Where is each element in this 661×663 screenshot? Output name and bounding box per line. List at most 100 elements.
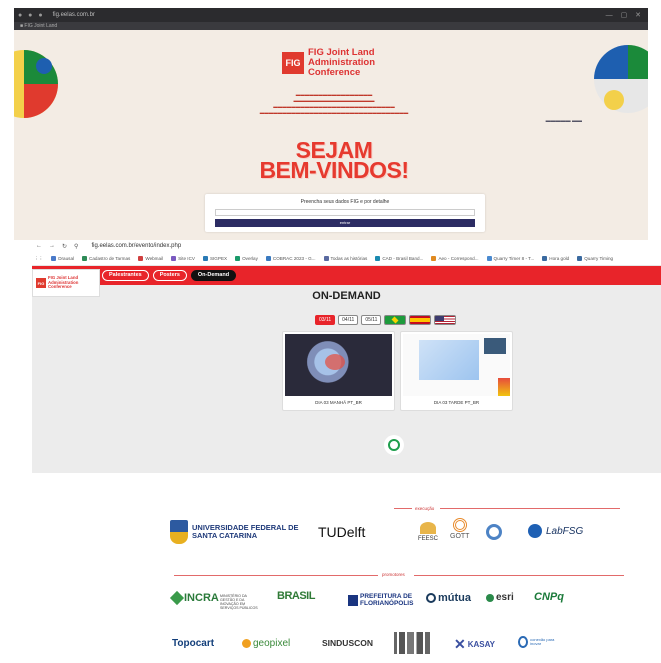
login-prompt: Preencha seus dados FIG e por detalhe xyxy=(300,199,390,205)
apps-icon[interactable]: ⋮⋮ xyxy=(34,256,43,262)
enter-button[interactable]: entrar xyxy=(215,219,475,227)
bookmark-favicon-icon xyxy=(202,256,208,261)
welcome-heading: SEJAM BEM-VINDOS! xyxy=(184,139,484,183)
landing-url[interactable]: fig.eelas.com.br xyxy=(53,12,95,18)
speaker-pip xyxy=(484,338,506,354)
pmf-emblem-icon xyxy=(348,594,358,606)
video-thumbnail[interactable] xyxy=(285,334,392,396)
cnpq-logo: CNPq xyxy=(534,591,564,603)
browser-titlebar: ● ● ● fig.eelas.com.br — ▢ ✕ xyxy=(14,8,648,22)
site-logo-mark: FIG xyxy=(36,278,46,288)
bookmark-label: Aeo - Correspond... xyxy=(438,256,479,261)
bookmark-label: Site ICV xyxy=(178,256,195,261)
divider xyxy=(174,575,378,576)
window-actions-icon[interactable]: — ▢ ✕ xyxy=(606,11,644,19)
esri-text: esri xyxy=(496,592,514,603)
site-logo[interactable]: FIG FIG Joint Land Administration Confer… xyxy=(32,269,100,297)
bookmarks-bar: ⋮⋮ Drausal Cadastro de Tarmas Webmail Site … xyxy=(32,252,661,266)
page-title: ON-DEMAND xyxy=(312,290,381,302)
conexao-text: conexão para inovar xyxy=(530,636,555,646)
brazil-flag-icon[interactable] xyxy=(384,315,407,325)
bookmark-favicon-icon xyxy=(235,256,241,261)
mutua-logo: mútua xyxy=(426,592,471,604)
event-title: FIG Joint Land Administration Conference xyxy=(308,47,376,78)
topocart-logo: Topocart xyxy=(172,638,215,649)
bookmark-item[interactable]: Cadastro de Tarmas xyxy=(82,256,130,261)
nav-palestrantes[interactable]: Palestrantes xyxy=(102,270,149,281)
back-icon[interactable]: ← xyxy=(36,243,42,249)
bookmark-label: SIGPEX xyxy=(209,256,228,261)
fig-logo: FIG FIG Joint Land Administration Confer… xyxy=(282,48,398,78)
partners-section: execução UNIVERSIDADE FEDERAL DE SANTA C… xyxy=(150,500,650,663)
feesc-logo: FEESC xyxy=(418,522,438,542)
bookmark-item[interactable]: SIGPEX xyxy=(202,256,228,261)
ufsc-text: UNIVERSIDADE FEDERAL DE SANTA CATARINA xyxy=(192,522,299,540)
tudelft-logo: TUDelft xyxy=(318,524,366,540)
site-header: FIG FIG Joint Land Administration Confer… xyxy=(32,266,661,297)
mutua-text: mútua xyxy=(438,592,471,604)
bookmark-item[interactable]: Quarry Timing xyxy=(577,256,613,261)
nav-on-demand[interactable]: On-Demand xyxy=(190,270,237,281)
bookmark-item[interactable]: CAD - Brasil Band... xyxy=(375,256,423,261)
video-caption: DIA 03 MANHÃ PT_BR xyxy=(315,400,362,405)
nav-posters[interactable]: Posters xyxy=(152,270,187,281)
reload-icon[interactable]: ↻ xyxy=(62,243,67,250)
video-card[interactable]: DIA 03 MANHÃ PT_BR xyxy=(282,331,395,411)
ondemand-screenshot: ← → ↻ ⚲ fig.eelas.com.br/evento/index.ph… xyxy=(32,240,661,486)
bookmark-label: Todas as histórias xyxy=(330,256,368,261)
bookmark-label: COBRAC 2023 - G... xyxy=(272,256,316,261)
date-chip-04-11[interactable]: 04/11 xyxy=(338,315,359,325)
video-thumbnail[interactable] xyxy=(403,334,510,396)
welcome-line-2: BEM-VINDOS! xyxy=(259,157,409,183)
divider xyxy=(440,508,620,509)
landing-tab[interactable]: ■ FIG Joint Land xyxy=(20,23,57,29)
whatsapp-icon[interactable] xyxy=(384,435,404,455)
bookmark-item[interactable]: Hora gold xyxy=(542,256,569,261)
incra-logo: INCRA xyxy=(169,590,219,606)
bookmark-favicon-icon xyxy=(323,256,329,261)
slide-screen xyxy=(419,340,479,380)
gott-logo: GOTT xyxy=(450,518,469,540)
conexao-emblem-icon xyxy=(518,636,529,648)
incra-text: INCRA xyxy=(184,592,219,604)
forward-icon[interactable]: → xyxy=(49,243,55,249)
decorative-shape-right xyxy=(594,45,648,113)
promoter-logos-row-2: Topocart geopixel SINDUSCON ✕ KASAY conex… xyxy=(172,632,642,658)
bookmark-item[interactable]: Webmail xyxy=(138,256,163,261)
usa-flag-icon[interactable] xyxy=(434,315,457,325)
promoter-logos-row-1: INCRA MINISTÉRIO DA GESTÃO E DA INOVAÇÃO… xyxy=(169,590,642,614)
video-caption: DIA 03 TARDE PT_BR xyxy=(433,400,480,405)
bookmark-item[interactable]: Overlay xyxy=(235,256,258,261)
date-chip-05-11[interactable]: 05/11 xyxy=(361,315,382,325)
bookmark-favicon-icon xyxy=(431,256,437,261)
bookmark-item[interactable]: COBRAC 2023 - G... xyxy=(265,256,316,261)
gott-emblem-icon xyxy=(452,518,467,532)
landing-page: FIG FIG Joint Land Administration Confer… xyxy=(14,30,648,240)
bookmark-item[interactable]: Drausal xyxy=(51,256,74,261)
browser-navbar: ← → ↻ ⚲ fig.eelas.com.br/evento/index.ph… xyxy=(32,240,661,252)
landing-tabbar: ■ FIG Joint Land xyxy=(14,22,648,30)
bookmark-item[interactable]: Aeo - Correspond... xyxy=(431,256,479,261)
site-info-icon[interactable]: ⚲ xyxy=(74,243,78,250)
bookmark-label: Quarry Timer 8 - T... xyxy=(493,256,535,261)
window-controls-icon[interactable]: ● ● ● xyxy=(18,12,45,19)
bookmark-label: Overlay xyxy=(242,256,258,261)
bookmark-favicon-icon xyxy=(486,256,492,261)
fig-logo-mark: FIG xyxy=(282,52,304,74)
email-field[interactable] xyxy=(215,209,475,216)
whatsapp-glyph-icon xyxy=(388,439,400,451)
spain-flag-icon[interactable] xyxy=(409,315,432,325)
video-card[interactable]: DIA 03 TARDE PT_BR xyxy=(400,331,513,411)
bookmark-favicon-icon xyxy=(577,256,583,261)
bookmark-item[interactable]: Site ICV xyxy=(171,256,195,261)
gott-text: GOTT xyxy=(450,533,470,540)
bookmark-item[interactable]: Todas as histórias xyxy=(323,256,368,261)
login-card: Preencha seus dados FIG e por detalhe en… xyxy=(205,194,485,232)
bookmark-item[interactable]: Quarry Timer 8 - T... xyxy=(486,256,535,261)
bookmark-label: Hora gold xyxy=(549,256,570,261)
labfsg-globe-icon xyxy=(528,524,542,538)
address-bar[interactable]: fig.eelas.com.br/evento/index.php xyxy=(91,243,181,249)
date-chip-03-11[interactable]: 03/11 xyxy=(315,315,336,325)
ministry-logo: MINISTÉRIO DA GESTÃO E DA INOVAÇÃO EM SE… xyxy=(220,594,258,610)
mutua-emblem-icon xyxy=(426,593,436,603)
